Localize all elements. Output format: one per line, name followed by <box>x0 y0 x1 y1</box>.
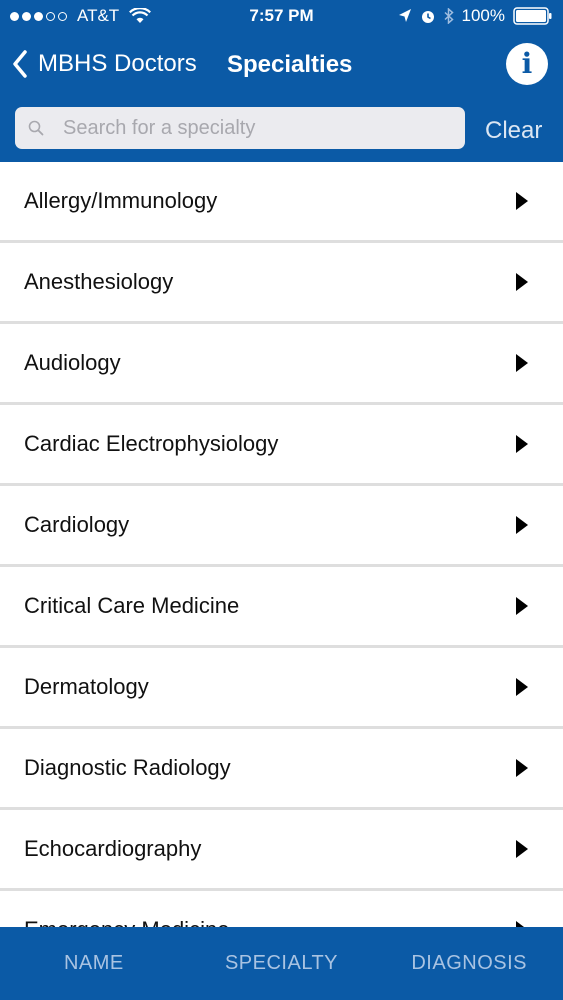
list-item-label: Audiology <box>24 350 121 375</box>
specialties-screen: AT&T 7:57 PM 100% MBHS Doctors Specialti… <box>0 0 563 1000</box>
list-item[interactable]: Emergency Medicine <box>0 891 563 927</box>
list-item-label: Cardiology <box>24 512 130 537</box>
disclosure-arrow-icon <box>516 840 528 858</box>
info-icon: i <box>521 47 533 80</box>
clear-button[interactable]: Clear <box>485 117 542 145</box>
disclosure-arrow-icon <box>516 759 528 777</box>
disclosure-arrow-icon <box>516 435 528 453</box>
list-item-label: Echocardiography <box>24 836 202 861</box>
status-right: 100% <box>398 6 553 26</box>
list-item[interactable]: Cardiac Electrophysiology <box>0 405 563 486</box>
list-item-label: Critical Care Medicine <box>24 593 240 618</box>
list-item[interactable]: Anesthesiology <box>0 243 563 324</box>
back-button-label: MBHS Doctors <box>38 50 197 77</box>
list-item[interactable]: Critical Care Medicine <box>0 567 563 648</box>
search-field[interactable] <box>15 107 465 149</box>
disclosure-arrow-icon <box>516 678 528 696</box>
tab-name[interactable]: NAME <box>0 927 188 1000</box>
list-item[interactable]: Cardiology <box>0 486 563 567</box>
tab-bar: NAME SPECIALTY DIAGNOSIS <box>0 927 563 1000</box>
list-item-label: Anesthesiology <box>24 269 174 294</box>
list-item-label: Allergy/Immunology <box>24 188 218 213</box>
specialty-list: Allergy/Immunology Anesthesiology Audiol… <box>0 162 563 927</box>
disclosure-arrow-icon <box>516 354 528 372</box>
disclosure-arrow-icon <box>516 516 528 534</box>
list-item[interactable]: Echocardiography <box>0 810 563 891</box>
bluetooth-icon <box>444 8 454 24</box>
list-item[interactable]: Diagnostic Radiology <box>0 729 563 810</box>
location-icon <box>398 9 411 22</box>
list-item-label: Cardiac Electrophysiology <box>24 431 279 456</box>
list-item-label: Dermatology <box>24 674 149 699</box>
tab-specialty[interactable]: SPECIALTY <box>188 927 376 1000</box>
list-item[interactable]: Audiology <box>0 324 563 405</box>
disclosure-arrow-icon <box>516 273 528 291</box>
list-item[interactable]: Allergy/Immunology <box>0 162 563 243</box>
alarm-icon <box>421 11 434 23</box>
disclosure-arrow-icon <box>516 921 524 927</box>
search-icon <box>28 120 44 136</box>
disclosure-arrow-icon <box>516 597 528 615</box>
tab-diagnosis[interactable]: DIAGNOSIS <box>375 927 563 1000</box>
status-bar: AT&T 7:57 PM 100% <box>0 0 563 32</box>
page-title: Specialties <box>227 51 353 78</box>
battery-icon <box>513 7 552 25</box>
disclosure-arrow-icon <box>516 192 528 210</box>
battery-percent: 100% <box>461 6 505 25</box>
info-button[interactable]: i <box>506 43 548 85</box>
list-item-label: Diagnostic Radiology <box>24 755 231 780</box>
search-input[interactable] <box>63 107 458 149</box>
search-bar: Clear <box>0 96 563 162</box>
navigation-bar: MBHS Doctors Specialties i <box>0 32 563 96</box>
list-item[interactable]: Dermatology <box>0 648 563 729</box>
list-item-label: Emergency Medicine <box>24 917 229 927</box>
back-button[interactable]: MBHS Doctors <box>12 48 197 80</box>
chevron-left-icon <box>13 50 27 78</box>
